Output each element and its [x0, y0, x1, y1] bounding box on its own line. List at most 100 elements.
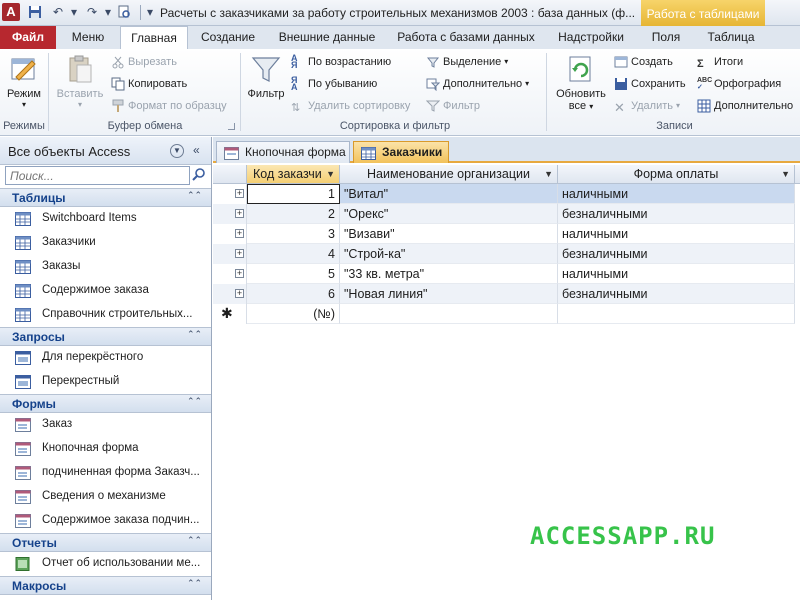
column-sort-dropdown-icon[interactable]: ▼: [544, 165, 553, 183]
column-sort-dropdown-icon[interactable]: ▼: [781, 165, 790, 183]
table-cell[interactable]: "Визави": [340, 224, 558, 244]
new-record-cell[interactable]: [340, 304, 558, 324]
filter-button[interactable]: Фильтр: [245, 53, 287, 100]
new-record-cell[interactable]: [558, 304, 795, 324]
cut-button[interactable]: Вырезать: [111, 53, 177, 71]
table-cell[interactable]: "Новая линия": [340, 284, 558, 304]
sort-ascending-button[interactable]: AЯ По возрастанию: [291, 53, 391, 71]
table-cell[interactable]: "Орекс": [340, 204, 558, 224]
row-selector[interactable]: +: [213, 244, 247, 264]
more-records-button[interactable]: Дополнительно: [697, 97, 793, 115]
nav-item[interactable]: Перекрестный: [0, 370, 211, 394]
redo-dropdown-icon[interactable]: ▾: [100, 4, 116, 20]
tab-external-data[interactable]: Внешние данные: [272, 26, 382, 49]
delete-record-button[interactable]: ✕ Удалить ▾: [614, 97, 680, 115]
column-header-customer-id[interactable]: Код заказчи ▼: [247, 165, 340, 184]
table-cell[interactable]: "Витал": [340, 184, 558, 204]
print-preview-icon[interactable]: [116, 4, 132, 20]
customize-qat-icon[interactable]: ▾: [142, 4, 158, 20]
nav-item[interactable]: Switchboard Items: [0, 207, 211, 231]
select-all-corner[interactable]: [213, 165, 247, 184]
table-cell[interactable]: "Строй-ка": [340, 244, 558, 264]
tab-home[interactable]: Главная: [120, 26, 188, 50]
nav-item[interactable]: Заказчики: [0, 231, 211, 255]
table-cell[interactable]: 3: [247, 224, 340, 244]
column-sort-dropdown-icon[interactable]: ▼: [326, 165, 335, 183]
nav-header[interactable]: Все объекты Access ▼ «: [0, 137, 211, 165]
tab-fields[interactable]: Поля: [643, 26, 689, 49]
nav-item[interactable]: Содержимое заказа подчин...: [0, 509, 211, 533]
nav-section-header[interactable]: Отчеты ⌃⌃: [0, 533, 211, 552]
table-cell[interactable]: 5: [247, 264, 340, 284]
table-cell[interactable]: 1: [247, 184, 340, 204]
nav-item[interactable]: Содержимое заказа: [0, 279, 211, 303]
table-cell[interactable]: наличными: [558, 184, 795, 204]
new-record-id-cell[interactable]: (№): [247, 304, 340, 324]
nav-section-header[interactable]: Запросы ⌃⌃: [0, 327, 211, 346]
save-icon[interactable]: [27, 4, 43, 20]
column-header-organization-name[interactable]: Наименование организации ▼: [340, 165, 558, 184]
nav-item[interactable]: Для перекрёстного: [0, 346, 211, 370]
nav-item[interactable]: Отчет об использовании ме...: [0, 552, 211, 576]
row-selector[interactable]: +: [213, 184, 247, 204]
tab-file[interactable]: Файл: [0, 26, 56, 49]
expand-plus-icon[interactable]: +: [235, 209, 244, 218]
row-selector[interactable]: +: [213, 224, 247, 244]
totals-button[interactable]: Σ Итоги: [697, 53, 743, 71]
undo-dropdown-icon[interactable]: ▾: [66, 4, 82, 20]
new-record-selector[interactable]: ✱: [213, 304, 247, 324]
table-cell[interactable]: 2: [247, 204, 340, 224]
undo-icon[interactable]: ↶: [50, 4, 66, 20]
doc-tab-switchboard-form[interactable]: Кнопочная форма: [216, 141, 350, 163]
collapse-chevron-icon[interactable]: ⌃⌃: [187, 329, 202, 340]
save-record-button[interactable]: Сохранить: [614, 75, 686, 93]
row-selector[interactable]: +: [213, 204, 247, 224]
selection-button[interactable]: Выделение ▾: [426, 53, 508, 71]
table-cell[interactable]: безналичными: [558, 244, 795, 264]
tab-menu[interactable]: Меню: [63, 26, 113, 49]
tab-database-tools[interactable]: Работа с базами данных: [392, 26, 540, 49]
column-header-add[interactable]: [795, 165, 800, 184]
table-cell[interactable]: наличными: [558, 224, 795, 244]
remove-sort-button[interactable]: ⇅ Удалить сортировку: [291, 97, 410, 115]
collapse-chevron-icon[interactable]: ⌃⌃: [187, 396, 202, 407]
view-button[interactable]: Режим ▾: [3, 53, 45, 109]
table-cell[interactable]: безналичными: [558, 284, 795, 304]
advanced-filter-button[interactable]: Дополнительно ▾: [426, 75, 529, 93]
copy-button[interactable]: Копировать: [111, 75, 187, 93]
sort-descending-button[interactable]: ЯA По убыванию: [291, 75, 377, 93]
collapse-chevron-icon[interactable]: ⌃⌃: [187, 578, 202, 589]
doc-tab-customers[interactable]: Заказчики: [353, 141, 449, 163]
table-cell[interactable]: "33 кв. метра": [340, 264, 558, 284]
shutter-bar-close-icon[interactable]: «: [193, 143, 200, 157]
nav-item[interactable]: Кнопочная форма: [0, 437, 211, 461]
nav-menu-dropdown-icon[interactable]: ▼: [170, 144, 184, 158]
nav-search-input[interactable]: [5, 166, 190, 185]
collapse-chevron-icon[interactable]: ⌃⌃: [187, 190, 202, 201]
search-icon[interactable]: [192, 168, 206, 182]
nav-item[interactable]: Заказ: [0, 413, 211, 437]
table-cell[interactable]: безналичными: [558, 204, 795, 224]
row-selector[interactable]: +: [213, 284, 247, 304]
tab-add-ins[interactable]: Надстройки: [551, 26, 631, 49]
paste-button[interactable]: Вставить ▾: [55, 53, 105, 109]
tab-create[interactable]: Создание: [196, 26, 260, 49]
expand-plus-icon[interactable]: +: [235, 189, 244, 198]
expand-plus-icon[interactable]: +: [235, 269, 244, 278]
expand-plus-icon[interactable]: +: [235, 289, 244, 298]
table-cell[interactable]: 4: [247, 244, 340, 264]
clipboard-dialog-launcher-icon[interactable]: [228, 123, 235, 130]
expand-plus-icon[interactable]: +: [235, 229, 244, 238]
nav-section-header[interactable]: Формы ⌃⌃: [0, 394, 211, 413]
format-painter-button[interactable]: Формат по образцу: [111, 97, 227, 115]
nav-item[interactable]: Сведения о механизме: [0, 485, 211, 509]
column-header-payment-form[interactable]: Форма оплаты ▼: [558, 165, 795, 184]
redo-icon[interactable]: ↷: [84, 4, 100, 20]
row-selector[interactable]: +: [213, 264, 247, 284]
new-record-button[interactable]: Создать: [614, 53, 673, 71]
expand-plus-icon[interactable]: +: [235, 249, 244, 258]
tab-table[interactable]: Таблица: [700, 26, 762, 49]
spelling-button[interactable]: ABC ✓ Орфография: [697, 75, 781, 93]
table-cell[interactable]: наличными: [558, 264, 795, 284]
table-cell[interactable]: 6: [247, 284, 340, 304]
